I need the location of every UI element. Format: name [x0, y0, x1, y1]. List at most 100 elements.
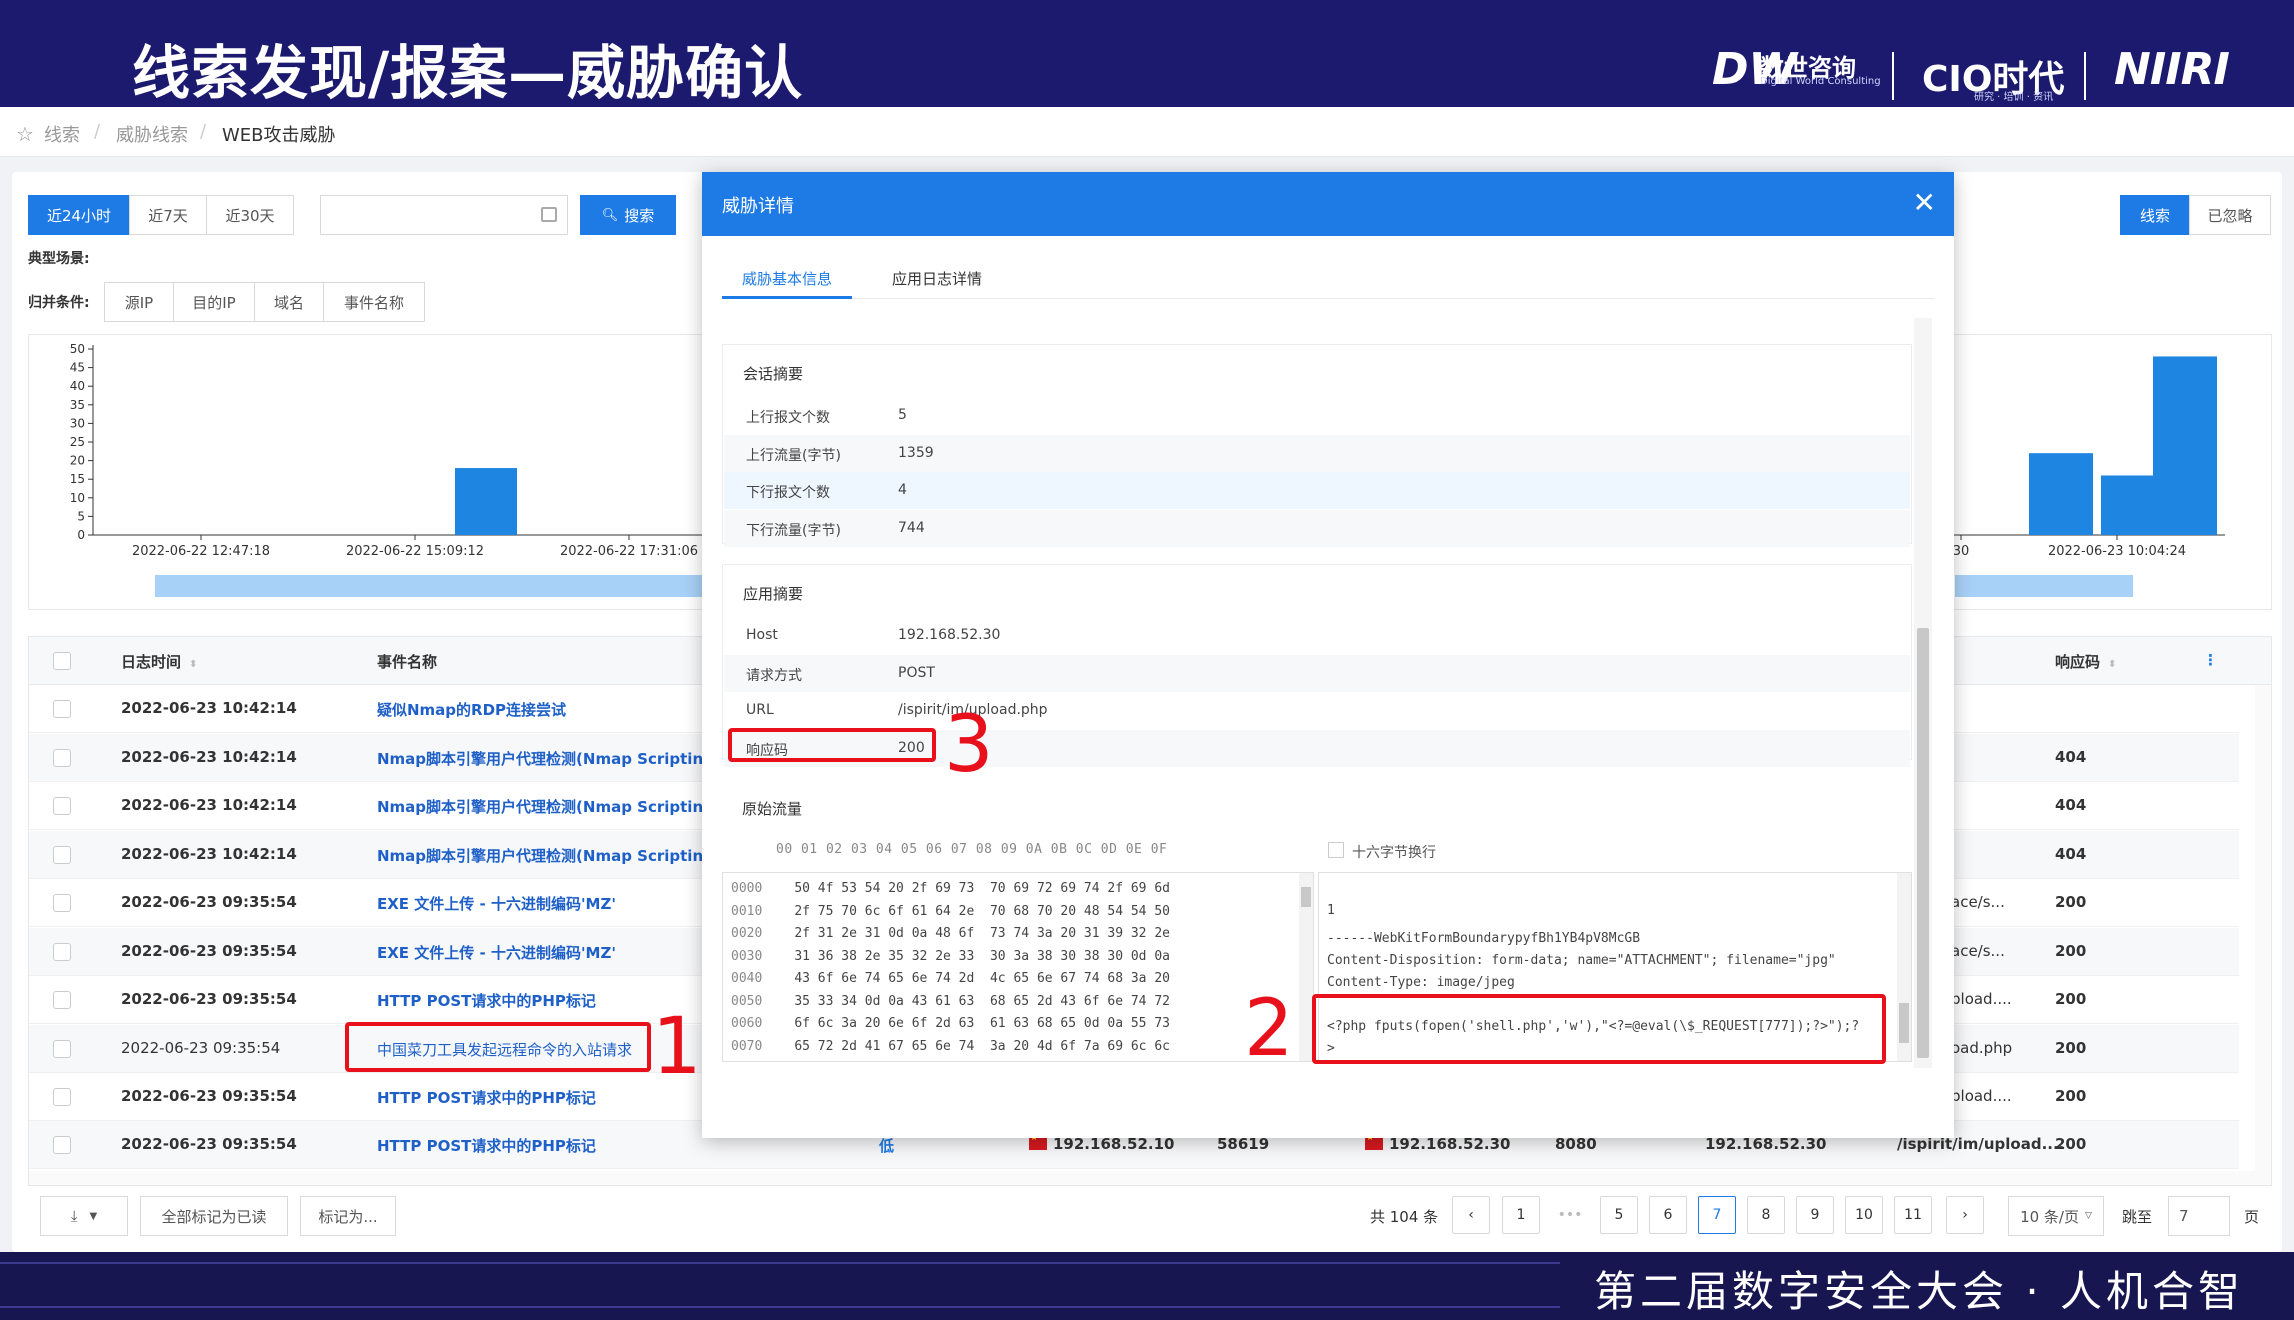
detail-key: 下行流量(字节) [746, 522, 841, 539]
row-code: 200 [2055, 941, 2087, 960]
hex-dump-panel[interactable]: 0000 50 4f 53 54 20 2f 69 73 70 69 72 69 … [722, 872, 1314, 1062]
modal-scroll-thumb[interactable] [1917, 628, 1929, 1058]
header-time[interactable]: 日志时间 ⬍ [121, 651, 197, 672]
page-button[interactable]: 11 [1894, 1196, 1932, 1234]
hex-wrap-checkbox[interactable] [1328, 842, 1344, 858]
header-code[interactable]: 响应码 ⬍ [2055, 651, 2116, 672]
footer-decoration [0, 1306, 1560, 1308]
row-checkbox[interactable] [53, 894, 71, 912]
hex-column-header: 00 01 02 03 04 05 06 07 08 09 0A 0B 0C 0… [776, 842, 1168, 857]
row-path: pload.... [1951, 1087, 2012, 1105]
row-checkbox[interactable] [53, 991, 71, 1009]
page-button[interactable]: 1 [1502, 1196, 1540, 1234]
table-vertical-scrollbar[interactable] [2255, 685, 2271, 1185]
close-icon[interactable]: ✕ [1913, 186, 1936, 219]
page-button[interactable]: ••• [1551, 1196, 1589, 1234]
date-range-input[interactable] [320, 195, 568, 235]
hex-bytes: 2f 75 70 6c 6f 61 64 2e 70 68 70 20 48 5… [794, 903, 1170, 919]
detail-key: 请求方式 [746, 667, 802, 684]
home-icon: ☆ [16, 122, 34, 146]
modal-scrollbar[interactable] [1914, 318, 1932, 1068]
tab-basic-info[interactable]: 威胁基本信息 [742, 268, 832, 289]
row-code: 200 [2055, 1135, 2087, 1153]
prev-page-button[interactable]: ‹ [1452, 1196, 1490, 1234]
detail-value: 192.168.52.30 [898, 627, 1001, 643]
china-flag-icon [1029, 1133, 1047, 1150]
y-tick-label: 30 [70, 416, 85, 430]
row-checkbox[interactable] [53, 1088, 71, 1106]
search-button[interactable]: 🔍︎ 搜索 [580, 195, 676, 235]
x-tick-label: 2022-06-23 10:04:24 [2048, 544, 2186, 559]
page-button[interactable]: 8 [1747, 1196, 1785, 1234]
hex-row: 0040 43 6f 6e 74 65 6e 74 2d 4c 65 6e 67 … [731, 971, 1170, 986]
range-24h-button[interactable]: 近24小时 [28, 195, 130, 235]
row-checkbox[interactable] [53, 942, 71, 961]
row-event[interactable]: EXE 文件上传 - 十六进制编码'MZ' [377, 893, 616, 914]
select-all-checkbox[interactable] [53, 652, 71, 670]
table-horizontal-scrollbar[interactable] [29, 1171, 2255, 1185]
page-button[interactable]: 7 [1698, 1196, 1736, 1234]
page-button[interactable]: 9 [1796, 1196, 1834, 1234]
page-button[interactable]: 5 [1600, 1196, 1638, 1234]
goto-page-input[interactable]: 7 [2168, 1196, 2230, 1236]
row-checkbox[interactable] [53, 845, 71, 864]
histogram-bar [2029, 453, 2093, 535]
x-tick-label: 30 [1953, 544, 1970, 559]
row-event[interactable]: Nmap脚本引擎用户代理检测(Nmap Scripting En [377, 845, 707, 866]
range-30d-button[interactable]: 近30天 [206, 195, 294, 235]
row-event[interactable]: Nmap脚本引擎用户代理检测(Nmap Scripting En [377, 748, 707, 769]
export-button[interactable]: ⤓ ▼ [40, 1196, 128, 1236]
row-event[interactable]: HTTP POST请求中的PHP标记 [377, 1135, 596, 1156]
page-button[interactable]: 6 [1649, 1196, 1687, 1234]
row-path: ace/s... [1951, 941, 2005, 960]
row-checkbox[interactable] [53, 1039, 71, 1058]
row-event[interactable]: HTTP POST请求中的PHP标记 [377, 1087, 596, 1108]
session-summary-section: 会话摘要 上行报文个数 5 上行流量(字节) 1359 下行报文个数 4 下行流量(字节) 7… [722, 344, 1912, 547]
detail-key: 上行流量(字节) [746, 447, 841, 464]
cio-logo-sub: 研究 · 培训 · 资讯 [1974, 92, 2054, 103]
decoded-text-line: 1 [1327, 903, 1335, 918]
detail-row: Host 192.168.52.30 [724, 617, 1910, 654]
group-by-label: 归并条件: [28, 295, 90, 311]
y-tick-label: 10 [70, 491, 85, 505]
range-7d-button[interactable]: 近7天 [129, 195, 207, 235]
goto-label: 跳至 [2122, 1208, 2153, 1226]
row-checkbox[interactable] [53, 700, 71, 718]
hex-row: 0070 65 72 2d 41 67 65 6e 74 3a 20 4d 6f … [731, 1039, 1170, 1054]
row-code: 200 [2055, 990, 2087, 1008]
group-src-ip-button[interactable]: 源IP [104, 282, 174, 322]
hex-scrollbar[interactable] [1299, 873, 1313, 1061]
tab-app-log[interactable]: 应用日志详情 [892, 268, 982, 289]
group-event-button[interactable]: 事件名称 [323, 282, 425, 322]
row-code: 200 [2055, 1087, 2087, 1105]
column-settings-icon[interactable]: ⋮ [2203, 651, 2218, 669]
row-event[interactable]: EXE 文件上传 - 十六进制编码'MZ' [377, 942, 616, 963]
row-code: 200 [2055, 893, 2087, 911]
active-tab-indicator [722, 296, 852, 299]
section-title: 原始流量 [742, 800, 803, 818]
row-time: 2022-06-23 10:42:14 [121, 796, 297, 814]
mark-as-button[interactable]: 标记为... [300, 1196, 396, 1236]
row-checkbox[interactable] [53, 748, 71, 767]
group-domain-button[interactable]: 域名 [254, 282, 324, 322]
row-checkbox[interactable] [53, 797, 71, 815]
view-clue-button[interactable]: 线索 [2120, 195, 2190, 235]
view-ignored-button[interactable]: 已忽略 [2189, 195, 2271, 235]
row-time: 2022-06-23 09:35:54 [121, 893, 297, 911]
page-size-select[interactable]: 10 条/页 ▽ [2008, 1196, 2104, 1236]
section-title: 会话摘要 [743, 365, 804, 383]
breadcrumb-current: WEB攻击威胁 [222, 125, 336, 146]
breadcrumb-item[interactable]: 线索 [44, 121, 80, 147]
row-checkbox[interactable] [53, 1136, 71, 1154]
next-page-button[interactable]: › [1946, 1196, 1984, 1234]
breadcrumb-item[interactable]: 威胁线索 [116, 121, 188, 147]
group-dst-ip-button[interactable]: 目的IP [173, 282, 255, 322]
text-scrollbar[interactable] [1897, 873, 1911, 1061]
hex-bytes: 65 72 2d 41 67 65 6e 74 3a 20 4d 6f 7a 6… [794, 1038, 1170, 1054]
mark-all-read-button[interactable]: 全部标记为已读 [140, 1196, 288, 1236]
row-event[interactable]: 疑似Nmap的RDP连接尝试 [377, 699, 566, 720]
row-time: 2022-06-23 10:42:14 [121, 844, 297, 863]
row-event[interactable]: HTTP POST请求中的PHP标记 [377, 990, 596, 1011]
row-event[interactable]: Nmap脚本引擎用户代理检测(Nmap Scripting En [377, 796, 707, 817]
page-button[interactable]: 10 [1845, 1196, 1883, 1234]
